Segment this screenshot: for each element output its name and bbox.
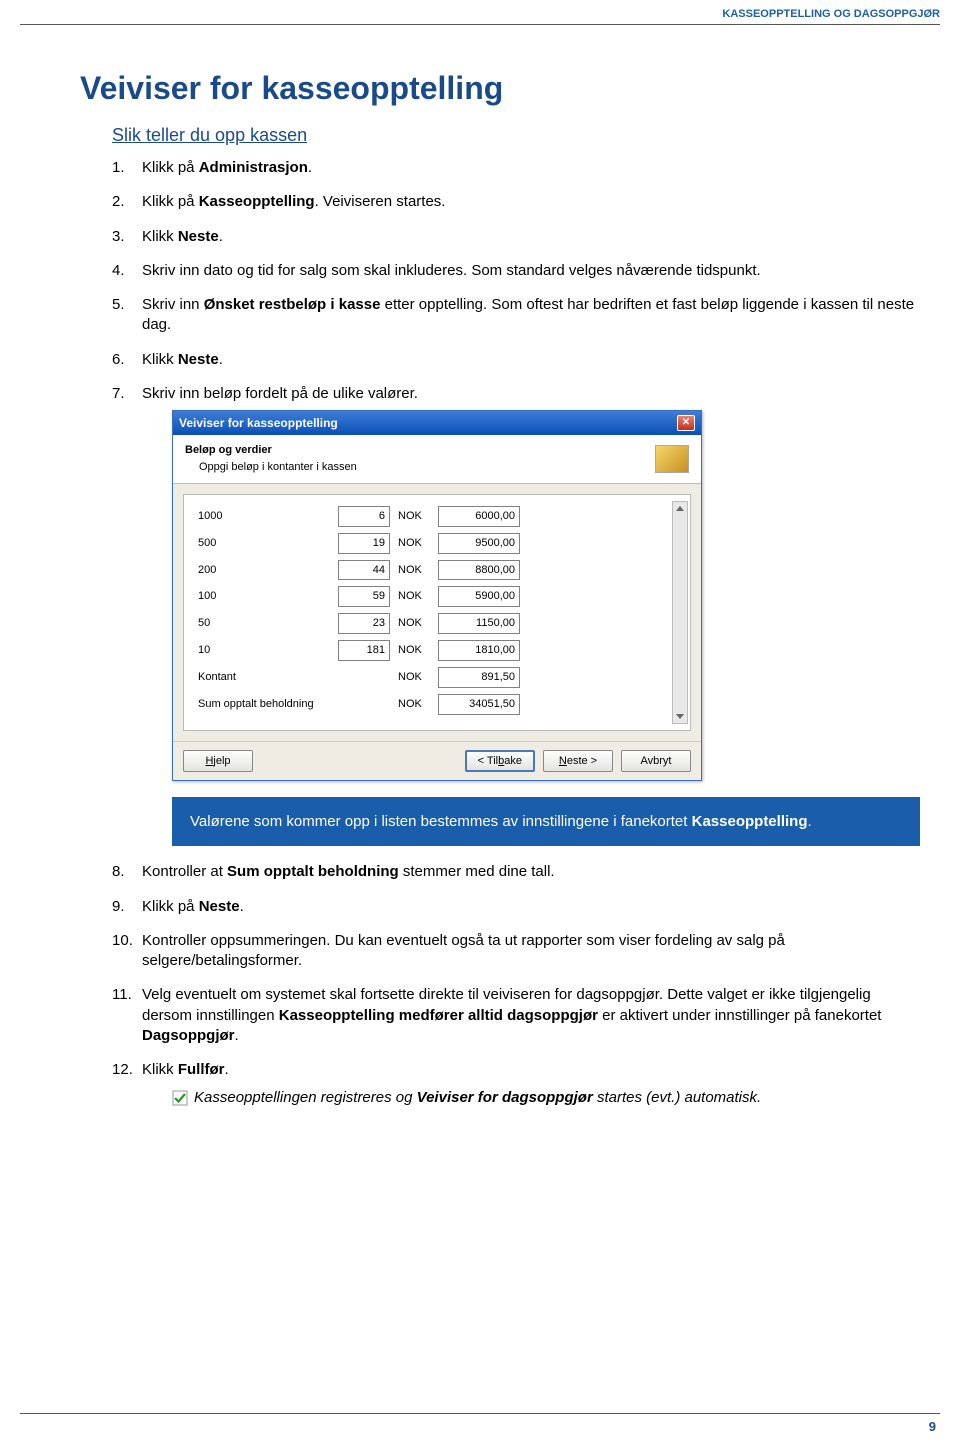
table-row: 100 59 NOK 5900,00	[194, 583, 680, 610]
steps-list: Klikk på Administrasjon. Klikk på Kasseo…	[112, 158, 920, 1109]
close-icon[interactable]: ✕	[677, 415, 695, 431]
qty-input[interactable]: 44	[338, 560, 390, 581]
wizard-dialog: Veiviser for kasseopptelling ✕ Beløp og …	[172, 410, 702, 781]
wizard-header: Beløp og verdier Oppgi beløp i kontanter…	[173, 435, 701, 484]
step-6: Klikk Neste.	[112, 350, 920, 370]
help-button[interactable]: Hjelp	[183, 750, 253, 773]
wizard-titlebar: Veiviser for kasseopptelling ✕	[173, 411, 701, 435]
scrollbar[interactable]	[672, 501, 688, 724]
wizard-footer: Hjelp < Tilbake Neste > Avbryt	[173, 741, 701, 781]
next-button[interactable]: Neste >	[543, 750, 613, 773]
checkmark-icon	[172, 1090, 188, 1106]
step-9: Klikk på Neste.	[112, 897, 920, 917]
step-8: Kontroller at Sum opptalt beholdning ste…	[112, 862, 920, 882]
step-11: Velg eventuelt om systemet skal fortsett…	[112, 985, 920, 1046]
page-number: 9	[929, 1419, 936, 1434]
table-row-sum: Sum opptalt beholdning NOK 34051,50	[194, 691, 680, 718]
subheading: Slik teller du opp kassen	[112, 125, 920, 146]
qty-input[interactable]: 23	[338, 613, 390, 634]
cancel-button[interactable]: Avbryt	[621, 750, 691, 773]
page-header: KASSEOPPTELLING OG DAGSOPPGJØR	[722, 8, 940, 20]
step-2: Klikk på Kasseopptelling. Veiviseren sta…	[112, 192, 920, 212]
table-row: 1000 6 NOK 6000,00	[194, 503, 680, 530]
wizard-title: Veiviser for kasseopptelling	[179, 415, 338, 431]
page-title: Veiviser for kasseopptelling	[80, 70, 920, 107]
header-divider	[20, 24, 940, 25]
step-4: Skriv inn dato og tid for salg som skal …	[112, 261, 920, 281]
denomination-table: 1000 6 NOK 6000,00 500 19 NOK 9500,00	[194, 503, 680, 718]
step-5: Skriv inn Ønsket restbeløp i kasse etter…	[112, 295, 920, 336]
qty-input[interactable]: 19	[338, 533, 390, 554]
step-1: Klikk på Administrasjon.	[112, 158, 920, 178]
wizard-header-title: Beløp og verdier	[185, 443, 357, 458]
table-row: 200 44 NOK 8800,00	[194, 557, 680, 584]
amount-input[interactable]: 5900,00	[438, 586, 520, 607]
amount-input[interactable]: 1810,00	[438, 640, 520, 661]
amount-input[interactable]: 8800,00	[438, 560, 520, 581]
table-row: 10 181 NOK 1810,00	[194, 637, 680, 664]
info-note: Valørene som kommer opp i listen bestemm…	[172, 797, 920, 846]
content-area: Veiviser for kasseopptelling Slik teller…	[80, 70, 920, 1123]
step-10: Kontroller oppsummeringen. Du kan eventu…	[112, 931, 920, 972]
qty-input[interactable]: 6	[338, 506, 390, 527]
wizard-header-icon	[655, 445, 689, 473]
qty-input[interactable]: 181	[338, 640, 390, 661]
table-row: 50 23 NOK 1150,00	[194, 610, 680, 637]
sum-output: 34051,50	[438, 694, 520, 715]
amount-input[interactable]: 9500,00	[438, 533, 520, 554]
wizard-header-sub: Oppgi beløp i kontanter i kassen	[199, 460, 357, 475]
footer-divider	[20, 1413, 940, 1414]
step-7: Skriv inn beløp fordelt på de ulike valø…	[112, 384, 920, 847]
table-row: Kontant NOK 891,50	[194, 664, 680, 691]
step-12: Klikk Fullfør. Kasseopptellingen registr…	[112, 1060, 920, 1109]
table-row: 500 19 NOK 9500,00	[194, 530, 680, 557]
amount-input[interactable]: 891,50	[438, 667, 520, 688]
wizard-body: 1000 6 NOK 6000,00 500 19 NOK 9500,00	[183, 494, 691, 731]
amount-input[interactable]: 6000,00	[438, 506, 520, 527]
amount-input[interactable]: 1150,00	[438, 613, 520, 634]
step-3: Klikk Neste.	[112, 227, 920, 247]
result-line: Kasseopptellingen registreres og Veivise…	[172, 1088, 920, 1108]
qty-input[interactable]: 59	[338, 586, 390, 607]
back-button[interactable]: < Tilbake	[465, 750, 535, 773]
